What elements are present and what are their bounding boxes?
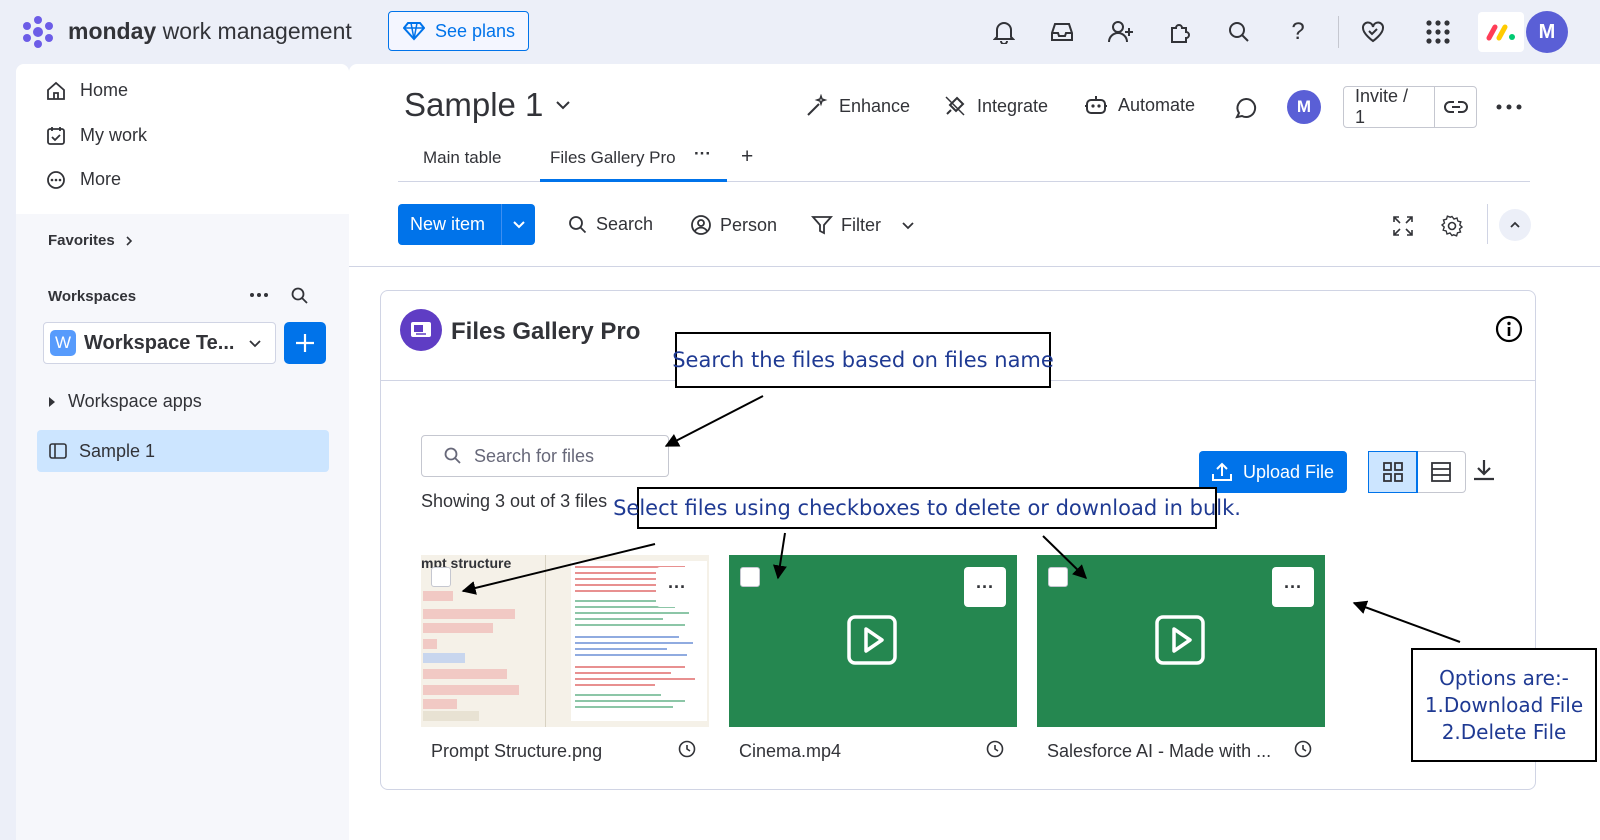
annotation-arrows bbox=[461, 395, 1461, 643]
